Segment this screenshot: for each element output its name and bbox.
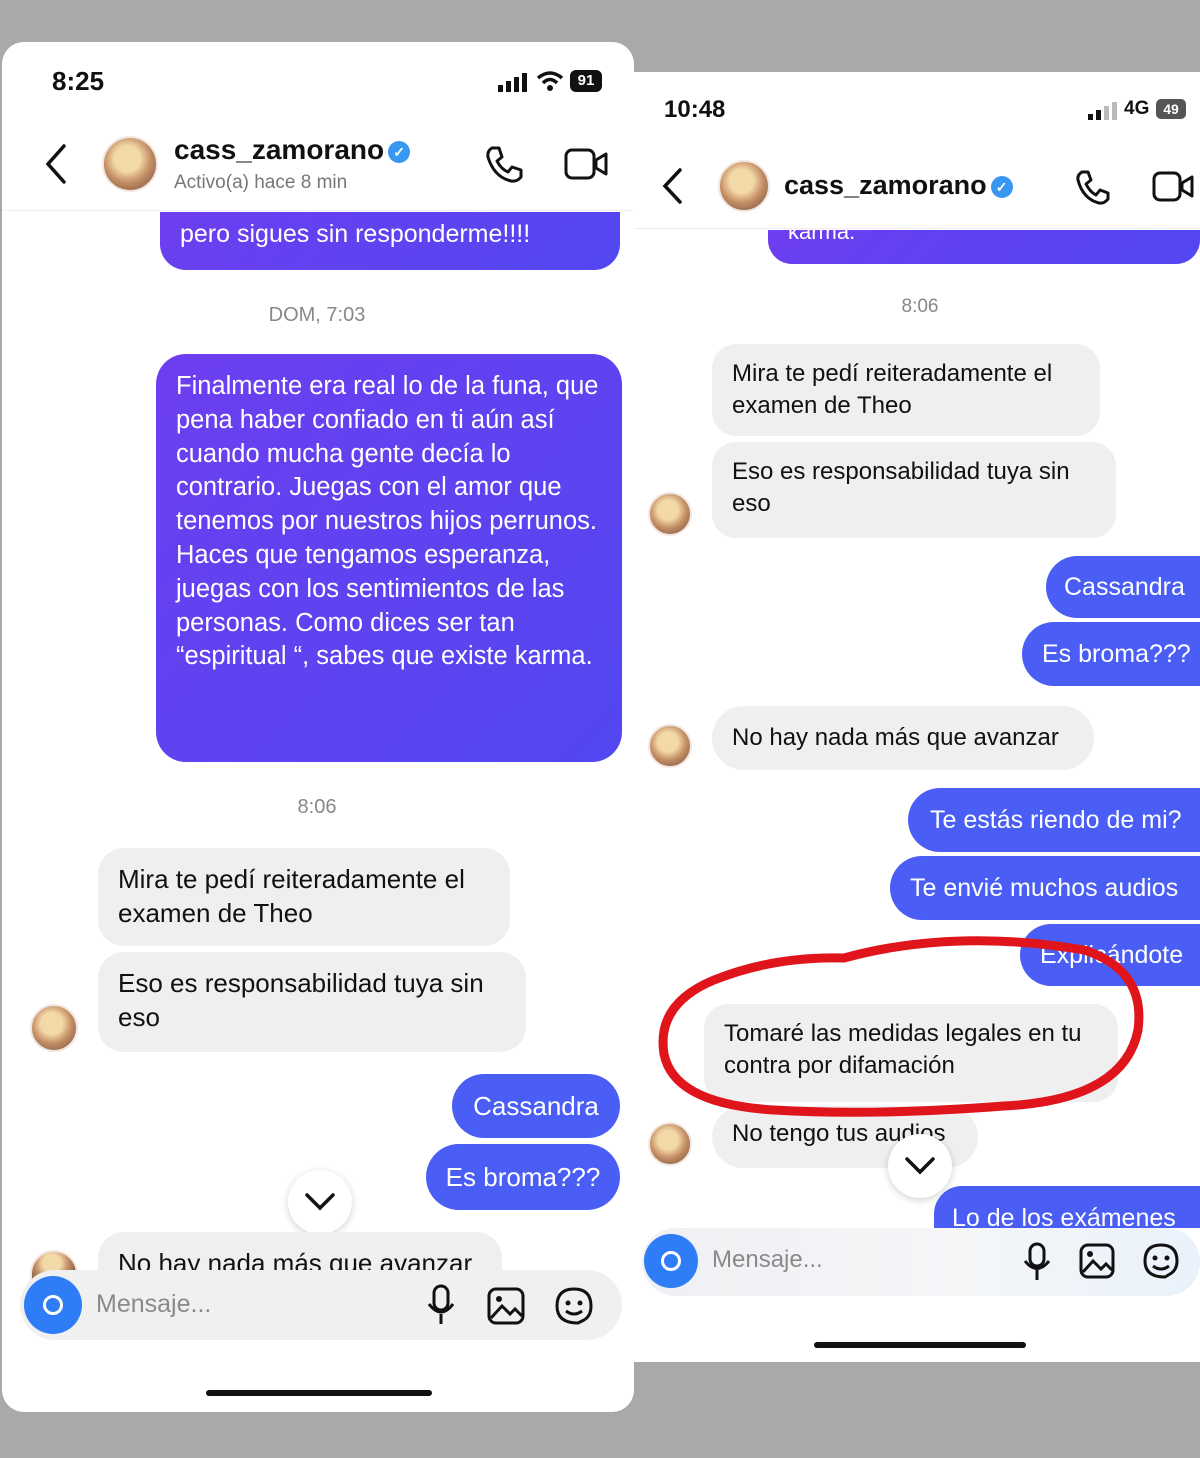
chat-header-username[interactable]: cass_zamorano ✓ (174, 134, 411, 166)
avatar[interactable] (718, 160, 770, 212)
message-input[interactable]: Mensaje... (712, 1246, 823, 1274)
battery-indicator: 91 (570, 70, 602, 92)
home-indicator (206, 1390, 432, 1396)
avatar (648, 1122, 692, 1166)
message-incoming[interactable]: Mira te pedí reiteradamente el examen de… (98, 848, 510, 946)
username: cass_zamorano (784, 170, 987, 200)
header-divider (634, 228, 1200, 229)
message-outgoing[interactable]: Te estás riendo de mi? (908, 788, 1200, 852)
message-outgoing[interactable]: Es broma??? (426, 1144, 620, 1210)
wifi-icon (536, 71, 564, 91)
back-arrow-icon[interactable] (660, 166, 684, 206)
message-incoming[interactable]: Mira te pedí reiteradamente el examen de… (712, 344, 1100, 436)
header-divider (2, 210, 634, 211)
timestamp: 8:06 (901, 296, 939, 317)
message-outgoing[interactable]: Lo de los exámenes (934, 1186, 1200, 1228)
sticker-icon[interactable] (554, 1286, 594, 1326)
timestamp: 8:06 (297, 796, 337, 818)
microphone-icon[interactable] (1022, 1242, 1052, 1282)
chevron-down-icon (305, 1193, 335, 1211)
chevron-down-icon (905, 1157, 935, 1175)
status-time: 8:25 (52, 66, 105, 96)
verified-badge-icon: ✓ (388, 140, 411, 163)
phone-call-icon[interactable] (1074, 168, 1112, 206)
status-time: 10:48 (664, 96, 726, 123)
avatar (648, 724, 692, 768)
message-outgoing[interactable]: Es broma??? (1022, 622, 1200, 686)
signal-icon (498, 73, 527, 92)
message-outgoing-long[interactable]: Finalmente era real lo de la funa, que p… (156, 354, 622, 762)
message-composer[interactable]: Mensaje... (642, 1228, 1200, 1296)
signal-icon (1088, 102, 1117, 120)
home-indicator (814, 1342, 1026, 1348)
video-call-icon[interactable] (1152, 170, 1196, 204)
battery-indicator: 49 (1156, 99, 1186, 119)
phone-call-icon[interactable] (484, 144, 524, 184)
gallery-icon[interactable] (1078, 1242, 1116, 1280)
message-input[interactable]: Mensaje... (96, 1290, 211, 1319)
sticker-icon[interactable] (1142, 1242, 1180, 1280)
message-outgoing[interactable]: karma. (768, 230, 1200, 264)
gallery-icon[interactable] (486, 1286, 526, 1326)
network-type: 4G (1124, 98, 1150, 119)
microphone-icon[interactable] (426, 1284, 456, 1326)
scroll-down-button[interactable] (888, 1134, 952, 1198)
left-screenshot: 8:25 91 cass_zamorano ✓ Activo(a) hace 8 … (2, 42, 634, 1412)
message-incoming[interactable]: Eso es responsabilidad tuya sin eso (98, 952, 526, 1052)
verified-badge-icon: ✓ (990, 175, 1013, 198)
video-call-icon[interactable] (564, 146, 608, 182)
message-outgoing[interactable]: Cassandra (452, 1074, 620, 1138)
message-incoming[interactable]: Eso es responsabilidad tuya sin eso (712, 442, 1116, 538)
message-composer[interactable]: Mensaje... (20, 1270, 622, 1340)
avatar[interactable] (102, 136, 158, 192)
avatar (30, 1004, 78, 1052)
camera-icon[interactable] (24, 1276, 82, 1334)
username: cass_zamorano (174, 134, 385, 165)
highlight-circle (658, 936, 1144, 1117)
message-outgoing[interactable]: Cassandra (1046, 556, 1200, 618)
scroll-down-button[interactable] (288, 1170, 352, 1234)
avatar (648, 492, 692, 536)
chat-header-username[interactable]: cass_zamorano ✓ (784, 170, 1013, 201)
right-screenshot: 10:48 4G 49 cass_zamorano ✓ karma. 8:06 M… (634, 72, 1200, 1362)
back-arrow-icon[interactable] (42, 142, 68, 186)
timestamp: DOM, 7:03 (268, 304, 366, 326)
camera-icon[interactable] (644, 1234, 698, 1288)
message-outgoing[interactable]: Te envié muchos audios (890, 856, 1200, 920)
message-outgoing[interactable]: pero sigues sin responderme!!!! (160, 212, 620, 270)
activity-status: Activo(a) hace 8 min (174, 172, 348, 193)
message-incoming[interactable]: No hay nada más que avanzar (712, 706, 1094, 770)
